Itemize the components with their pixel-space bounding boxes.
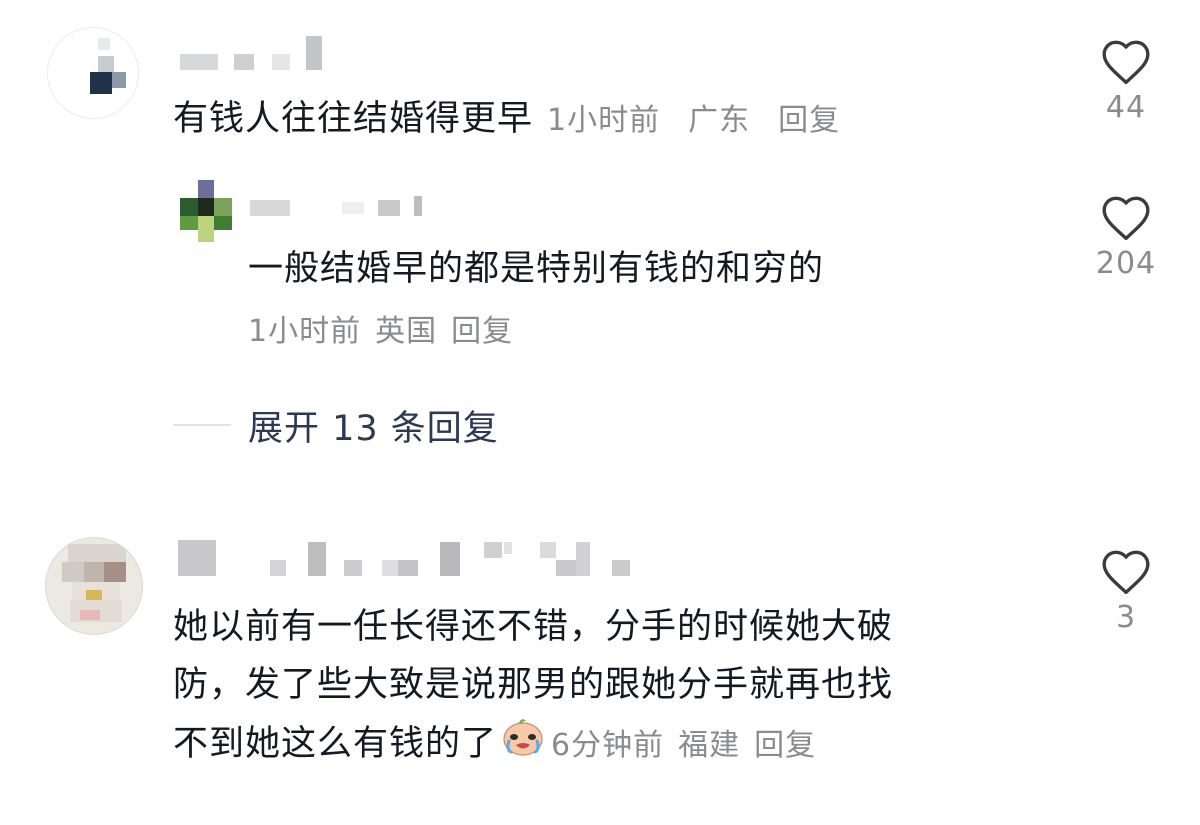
like-count: 204 (1095, 246, 1157, 281)
crying-face-emoji (501, 714, 545, 776)
like-button[interactable]: 204 (1086, 192, 1166, 281)
heart-outline-icon (1102, 550, 1150, 595)
avatar[interactable] (46, 538, 142, 634)
comment-body-line: 防，发了些大致是说那男的跟她分手就再也找 (173, 665, 894, 705)
comment-body-line: 她以前有一任长得还不错，分手的时候她大破 (173, 607, 894, 647)
avatar[interactable] (180, 180, 236, 246)
username-redacted[interactable] (250, 190, 440, 222)
comment-time: 1小时前 (248, 314, 362, 349)
like-count: 44 (1105, 90, 1147, 125)
heart-outline-icon (1102, 196, 1150, 241)
reply-button[interactable]: 回复 (754, 728, 816, 763)
heart-outline-icon (1102, 40, 1150, 85)
like-button[interactable]: 44 (1086, 36, 1166, 125)
comment-location: 英国 (375, 314, 438, 349)
like-button[interactable]: 3 (1086, 546, 1166, 635)
comment-body: 一般结婚早的都是特别有钱的和穷的 (248, 249, 825, 289)
comment-time: 6分钟前 (551, 728, 665, 763)
comment-meta: 1小时前 英国 回复 (248, 303, 513, 361)
reply-button[interactable]: 回复 (778, 103, 840, 138)
divider-line (173, 424, 231, 426)
username-redacted[interactable] (180, 34, 330, 74)
comment-location: 福建 (678, 728, 741, 763)
username-redacted[interactable] (178, 538, 638, 580)
avatar[interactable] (48, 28, 138, 118)
expand-replies-button[interactable]: 展开 13 条回复 (248, 400, 499, 451)
comment-body: 有钱人往往结婚得更早 1小时前 广东 回复 (173, 99, 841, 139)
comment-time: 1小时前 (547, 103, 661, 138)
comment-location: 广东 (688, 103, 751, 138)
like-count: 3 (1115, 600, 1137, 635)
comment-body-last-line: 不到她这么有钱的了 6分钟前 福建 回复 (173, 714, 816, 776)
reply-button[interactable]: 回复 (451, 314, 513, 349)
